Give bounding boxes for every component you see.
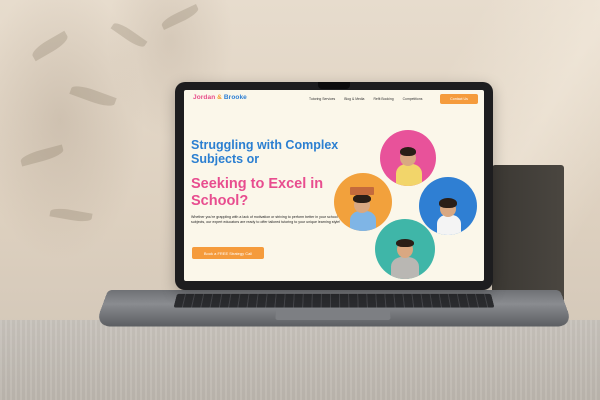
nav-link-refit-booking[interactable]: Refit Booking <box>373 97 393 101</box>
kid-photo-circle-pink <box>380 130 436 186</box>
camera-notch <box>318 82 350 89</box>
kid-photo-circle-teal <box>375 219 435 279</box>
kid-photo-circle-orange <box>334 173 392 231</box>
hero-body-text: Whether you're grappling with a lack of … <box>191 215 341 225</box>
site-nav: Jordan & Brooke Tutoring Services Blog &… <box>184 90 484 108</box>
nav-link-competitions[interactable]: Competitions <box>403 97 423 101</box>
site-logo[interactable]: Jordan & Brooke <box>193 94 247 101</box>
headline-primary: Struggling with Complex Subjects or <box>191 138 341 166</box>
contact-button[interactable]: Contact Us <box>440 94 478 104</box>
nav-link-tutoring-services[interactable]: Tutoring Services <box>309 97 335 101</box>
nav-link-blog-media[interactable]: Blog & Media <box>344 97 364 101</box>
laptop-lid: Jordan & Brooke Tutoring Services Blog &… <box>175 82 493 290</box>
laptop-base <box>95 290 574 326</box>
headline-secondary: Seeking to Excel in School? <box>191 176 351 210</box>
kid-photo-circle-blue <box>419 177 477 235</box>
table-surface <box>0 320 600 400</box>
strategy-call-button[interactable]: Book a FREE Strategy Call <box>192 247 264 259</box>
laptop-screen: Jordan & Brooke Tutoring Services Blog &… <box>184 90 484 281</box>
books-on-head <box>350 187 374 195</box>
nav-links: Tutoring Services Blog & Media Refit Boo… <box>309 97 422 101</box>
keyboard <box>174 294 495 308</box>
trackpad <box>275 310 390 320</box>
